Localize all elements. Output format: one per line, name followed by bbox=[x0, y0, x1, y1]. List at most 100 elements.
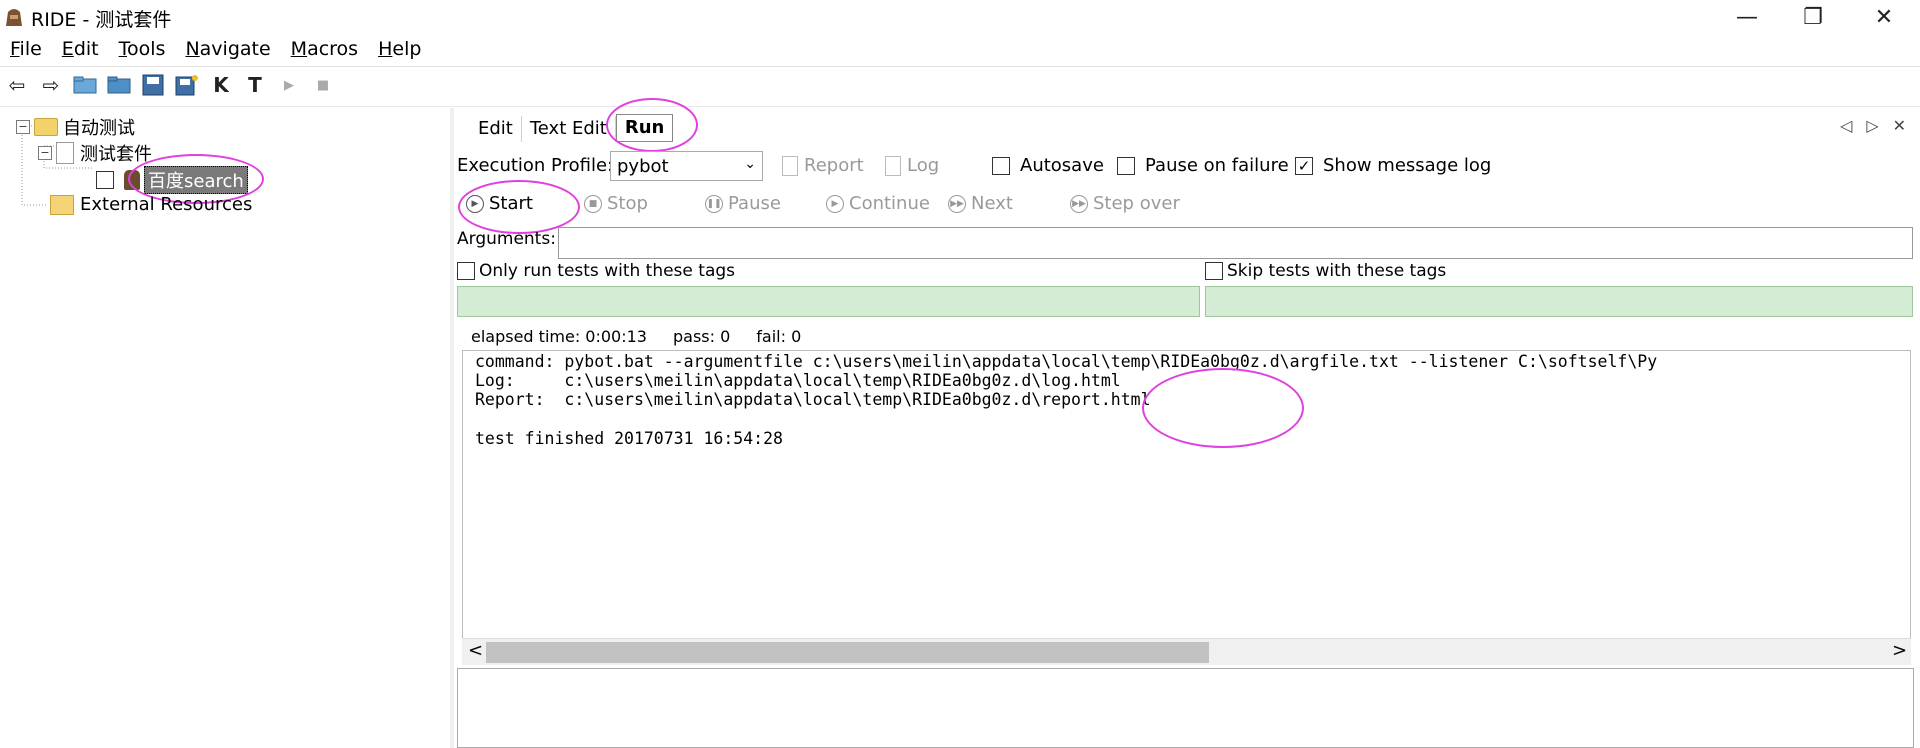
tab-text-edit[interactable]: Text Edit bbox=[522, 116, 616, 142]
autosave-option[interactable]: Autosave bbox=[992, 155, 1104, 176]
output-line-command: command: pybot.bat --argumentfile c:\use… bbox=[475, 352, 1658, 371]
toolbar-divider bbox=[0, 106, 1920, 107]
tab-prev-icon[interactable]: ◁ bbox=[1840, 116, 1852, 135]
restore-button[interactable]: ❐ bbox=[1783, 0, 1843, 34]
skip-tags-option[interactable]: Skip tests with these tags bbox=[1205, 261, 1446, 281]
next-icon: ▶▶ bbox=[948, 194, 966, 213]
scrollbar-thumb[interactable] bbox=[486, 642, 1209, 663]
arguments-label: Arguments: bbox=[457, 229, 556, 249]
skip-tags-label: Skip tests with these tags bbox=[1227, 261, 1447, 281]
step-over-button[interactable]: ▶▶ Step over bbox=[1070, 193, 1180, 214]
annotation-circle bbox=[458, 180, 580, 234]
collapse-icon[interactable]: − bbox=[16, 120, 30, 134]
exclude-tags-input[interactable] bbox=[1205, 286, 1913, 317]
back-arrow-icon[interactable]: ⇦ bbox=[4, 72, 30, 98]
tree-root-node[interactable]: − 自动测试 bbox=[16, 114, 135, 140]
report-icon bbox=[782, 155, 798, 176]
menu-divider bbox=[0, 66, 1920, 67]
scroll-left-arrow[interactable]: < bbox=[468, 640, 483, 661]
horizontal-scrollbar[interactable]: < > bbox=[462, 638, 1911, 665]
next-button[interactable]: ▶▶ Next bbox=[948, 193, 1013, 214]
menu-macros[interactable]: Macros bbox=[281, 36, 368, 64]
pause-button[interactable]: ❚❚ Pause bbox=[705, 193, 781, 214]
continue-label: Continue bbox=[849, 193, 930, 214]
tab-navigation: ◁ ▷ ✕ bbox=[1840, 116, 1906, 135]
step-over-label: Step over bbox=[1093, 193, 1180, 214]
execution-profile-label: Execution Profile: bbox=[457, 155, 614, 176]
tree-external-label: External Resources bbox=[80, 194, 253, 215]
menu-tools[interactable]: Tools bbox=[109, 36, 176, 64]
only-run-tags-option[interactable]: Only run tests with these tags bbox=[457, 261, 735, 281]
test-checkbox[interactable] bbox=[96, 171, 114, 189]
show-message-log-label: Show message log bbox=[1323, 155, 1492, 176]
external-resources-icon bbox=[50, 194, 74, 215]
output-line-finished: test finished 20170731 16:54:28 bbox=[475, 429, 783, 448]
annotation-circle bbox=[1142, 368, 1304, 448]
tab-next-icon[interactable]: ▷ bbox=[1866, 116, 1878, 135]
folder-icon bbox=[34, 118, 58, 136]
run-status-line: elapsed time: 0:00:13 pass: 0 fail: 0 bbox=[471, 327, 801, 346]
tab-close-icon[interactable]: ✕ bbox=[1893, 116, 1906, 135]
output-line-log: Log: c:\users\meilin\appdata\local\temp\… bbox=[475, 371, 1121, 390]
tree-root-label: 自动测试 bbox=[63, 118, 135, 139]
keyword-search-icon[interactable]: K bbox=[208, 72, 234, 98]
test-search-icon[interactable]: T bbox=[242, 72, 268, 98]
show-message-log-checkbox[interactable]: ✓ bbox=[1295, 156, 1313, 175]
show-message-log-option[interactable]: ✓ Show message log bbox=[1295, 155, 1491, 176]
output-line-report: Report: c:\users\meilin\appdata\local\te… bbox=[475, 390, 1151, 409]
menu-file[interactable]: File bbox=[0, 36, 52, 64]
stop-icon[interactable]: ■ bbox=[310, 72, 336, 98]
menu-edit[interactable]: Edit bbox=[52, 36, 109, 64]
stop-button[interactable]: ■ Stop bbox=[584, 193, 648, 214]
ride-app-icon bbox=[2, 6, 26, 28]
pause-on-failure-checkbox[interactable] bbox=[1117, 156, 1135, 175]
report-label: Report bbox=[804, 155, 864, 176]
include-tags-input[interactable] bbox=[457, 286, 1200, 317]
chevron-down-icon: ⌄ bbox=[744, 156, 756, 172]
log-label: Log bbox=[907, 155, 940, 176]
arguments-input[interactable] bbox=[558, 227, 1913, 259]
pause-on-failure-option[interactable]: Pause on failure bbox=[1117, 155, 1289, 176]
skip-tags-checkbox[interactable] bbox=[1205, 262, 1223, 280]
tree-suite-node[interactable]: − 测试套件 bbox=[38, 140, 152, 166]
window-title: RIDE - 测试套件 bbox=[31, 9, 172, 31]
open-directory-icon[interactable] bbox=[106, 72, 132, 98]
run-icon[interactable]: ▶ bbox=[276, 72, 302, 98]
report-button[interactable]: Report bbox=[782, 155, 864, 176]
open-suite-icon[interactable] bbox=[72, 72, 98, 98]
autosave-checkbox[interactable] bbox=[992, 156, 1010, 175]
stop-icon: ■ bbox=[584, 194, 602, 213]
only-run-tags-checkbox[interactable] bbox=[457, 262, 475, 280]
pause-icon: ❚❚ bbox=[705, 194, 723, 213]
elapsed-time: elapsed time: 0:00:13 bbox=[471, 327, 647, 346]
pause-on-failure-label: Pause on failure bbox=[1145, 155, 1289, 176]
forward-arrow-icon[interactable]: ⇨ bbox=[38, 72, 64, 98]
stop-label: Stop bbox=[607, 193, 648, 214]
save-icon[interactable] bbox=[140, 72, 166, 98]
save-all-icon[interactable] bbox=[174, 72, 200, 98]
message-log-panel[interactable] bbox=[457, 668, 1914, 748]
tab-edit[interactable]: Edit bbox=[470, 116, 522, 142]
minimize-button[interactable]: — bbox=[1717, 0, 1777, 34]
project-tree: − 自动测试 − 测试套件 百度search External Resource… bbox=[0, 110, 450, 748]
execution-profile-select[interactable]: pybot ⌄ bbox=[610, 151, 763, 181]
log-button[interactable]: Log bbox=[885, 155, 939, 176]
tree-external-resources[interactable]: External Resources bbox=[50, 194, 252, 215]
log-icon bbox=[885, 155, 901, 176]
close-button[interactable]: ✕ bbox=[1854, 0, 1914, 34]
continue-icon: ▶ bbox=[826, 194, 844, 213]
next-label: Next bbox=[971, 193, 1013, 214]
pause-label: Pause bbox=[728, 193, 781, 214]
collapse-icon[interactable]: − bbox=[38, 146, 52, 160]
menu-help[interactable]: Help bbox=[368, 36, 431, 64]
execution-profile-value: pybot bbox=[617, 155, 669, 177]
menu-navigate[interactable]: Navigate bbox=[175, 36, 280, 64]
annotation-circle bbox=[606, 98, 698, 152]
continue-button[interactable]: ▶ Continue bbox=[826, 193, 930, 214]
only-run-tags-label: Only run tests with these tags bbox=[479, 261, 736, 281]
step-over-icon: ▶▶ bbox=[1070, 194, 1088, 213]
panel-splitter[interactable] bbox=[450, 108, 454, 748]
tree-suite-label: 测试套件 bbox=[80, 144, 152, 165]
title-bar: RIDE - 测试套件 — ❐ ✕ bbox=[0, 0, 1920, 34]
scroll-right-arrow[interactable]: > bbox=[1892, 640, 1907, 661]
